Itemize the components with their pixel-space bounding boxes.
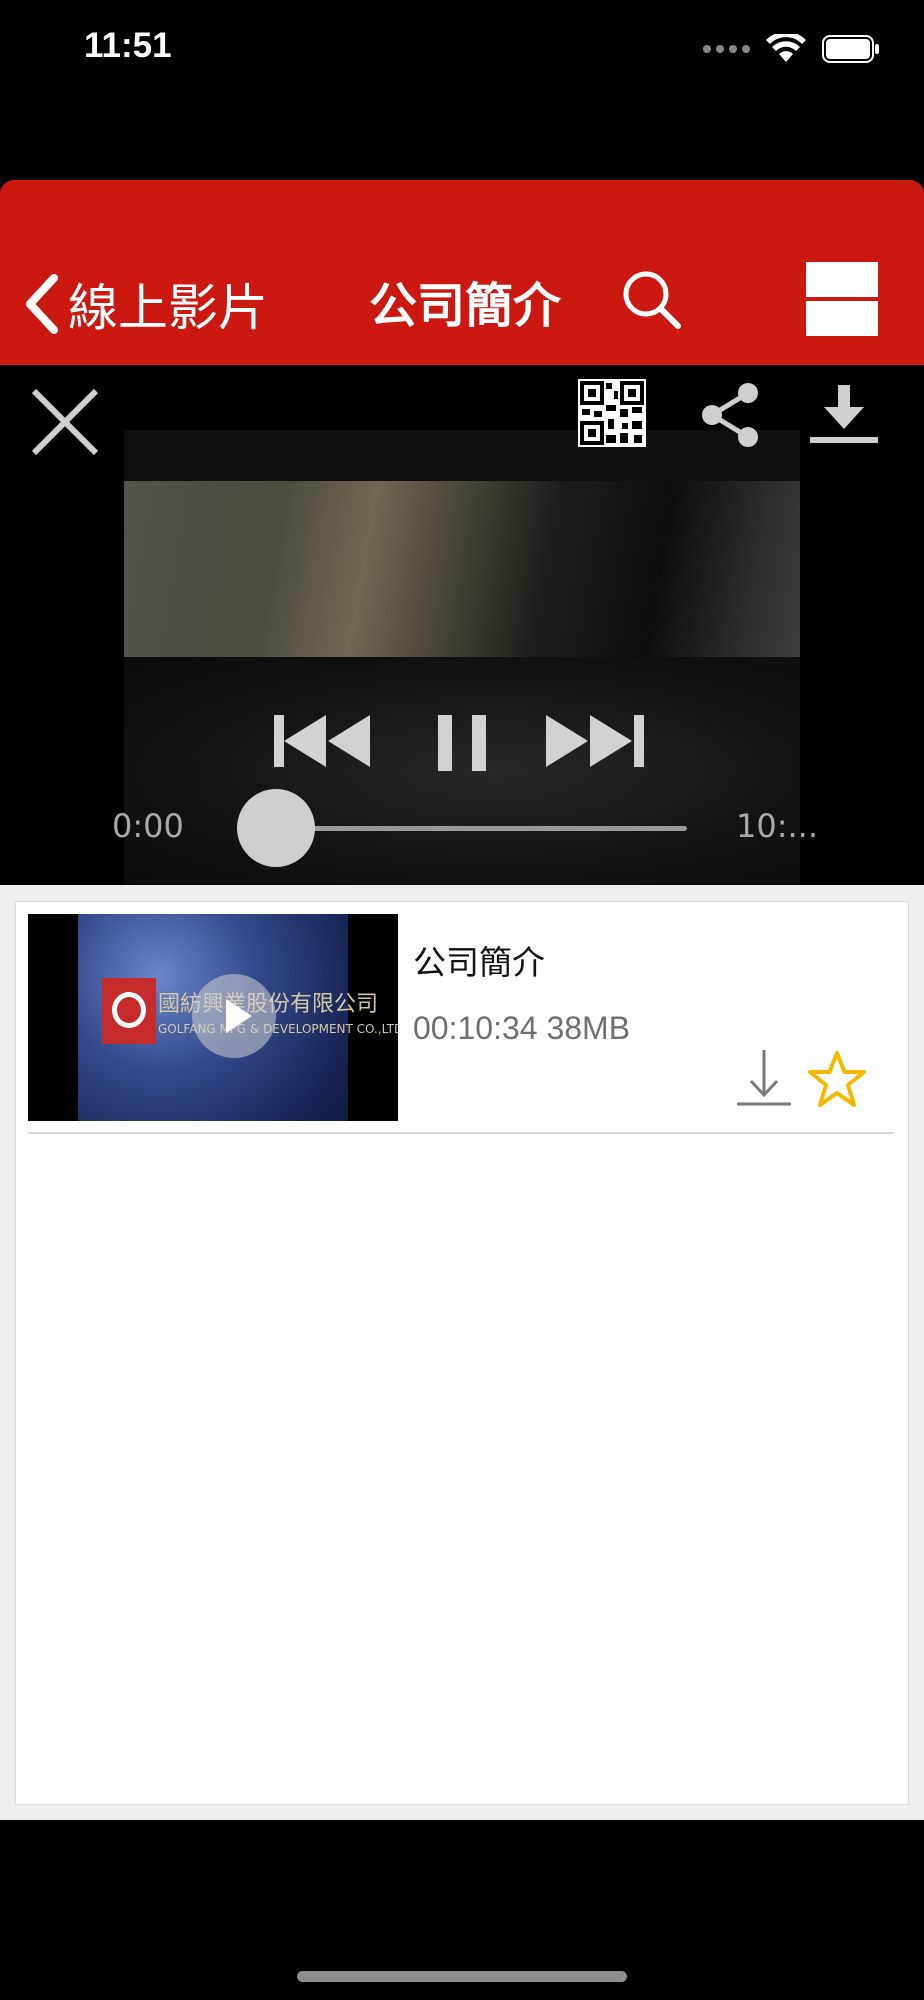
pause-icon (438, 715, 486, 771)
battery-icon (822, 35, 879, 63)
share-button[interactable] (696, 381, 764, 453)
menu-icon (806, 297, 878, 301)
list-item-download-button[interactable] (735, 1048, 793, 1112)
qr-code-button[interactable] (578, 379, 646, 447)
qr-code-icon (580, 381, 644, 445)
status-bar: 11:51 (0, 0, 924, 100)
home-indicator[interactable] (297, 1971, 627, 1982)
next-button[interactable] (546, 713, 644, 773)
previous-icon (274, 715, 370, 767)
star-icon (808, 1051, 866, 1107)
company-logo (102, 978, 156, 1044)
cellular-signal-icon (703, 45, 750, 53)
list-item-meta: 00:10:34 38MB (413, 1010, 631, 1046)
video-player[interactable]: 0:00 10:... (0, 365, 924, 885)
status-indicators (703, 34, 880, 64)
next-icon (546, 715, 644, 767)
close-icon (31, 388, 99, 456)
play-icon[interactable] (192, 974, 276, 1058)
download-icon (737, 1050, 791, 1106)
list-item-divider (28, 1132, 894, 1134)
menu-button[interactable] (806, 262, 878, 336)
back-chevron-icon (26, 274, 58, 334)
seek-knob[interactable] (237, 789, 315, 867)
thumbnail-image: 國紡興業股份有限公司 GOLFANG MFG & DEVELOPMENT CO.… (78, 914, 398, 1121)
back-label: 線上影片 (68, 279, 268, 337)
status-time: 11:51 (84, 26, 172, 65)
list-item-title[interactable]: 公司簡介 (413, 936, 545, 984)
seek-bar[interactable] (276, 826, 687, 831)
close-button[interactable] (28, 385, 102, 463)
search-button[interactable] (620, 268, 684, 336)
pause-button[interactable] (438, 713, 488, 777)
current-time-label: 0:00 (112, 807, 184, 845)
download-icon (810, 385, 878, 443)
download-button[interactable] (808, 383, 880, 451)
back-button[interactable]: 線上影片 (22, 268, 268, 340)
share-icon (702, 383, 758, 447)
video-image (124, 481, 800, 657)
search-icon (623, 271, 681, 329)
wifi-icon (766, 34, 806, 62)
total-time-label: 10:... (736, 807, 819, 845)
page-title: 公司簡介 (368, 278, 561, 334)
previous-button[interactable] (274, 713, 372, 773)
list-item-favorite-button[interactable] (806, 1050, 868, 1114)
video-thumbnail[interactable]: 國紡興業股份有限公司 GOLFANG MFG & DEVELOPMENT CO.… (28, 914, 398, 1121)
